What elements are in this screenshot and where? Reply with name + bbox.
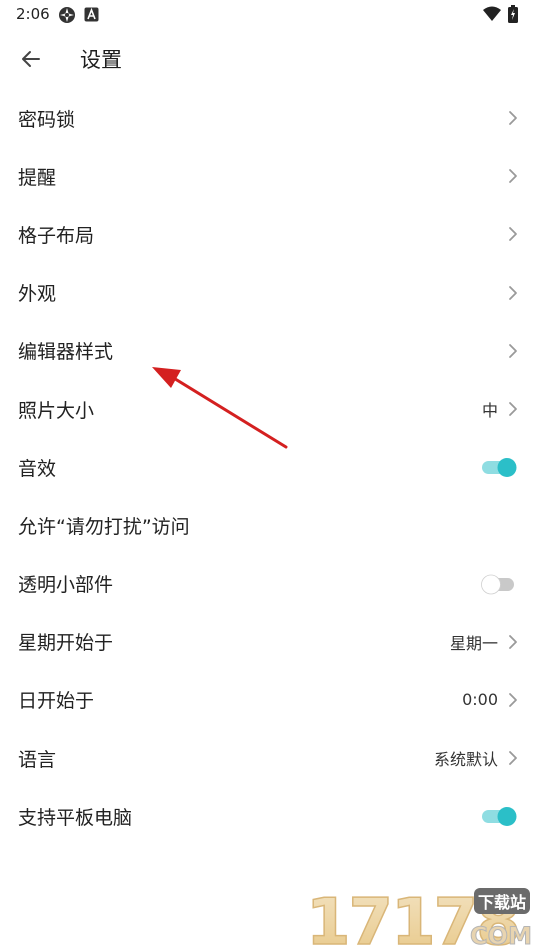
chevron-right-icon [509,169,517,184]
a-notification-icon [84,7,99,22]
setting-label: 语言 [18,748,57,771]
arrow-left-icon [22,51,40,67]
setting-value: 中 [481,401,498,421]
setting-label: 透明小部件 [18,574,114,597]
setting-label: 音效 [18,457,57,480]
setting-row-week-start[interactable]: 星期开始于 星期一 [0,613,534,671]
settings-wheel-icon [59,7,75,23]
setting-value: 系统默认 [433,750,498,770]
setting-label: 支持平板电脑 [18,806,133,829]
setting-row-password-lock[interactable]: 密码锁 [0,89,534,147]
chevron-right-icon [509,751,517,766]
setting-row-reminder[interactable]: 提醒 [0,147,534,205]
back-button[interactable] [14,42,48,76]
setting-label: 编辑器样式 [18,341,114,364]
setting-label: 日开始于 [18,690,95,713]
setting-label: 允许“请勿打扰”访问 [18,515,190,538]
status-time: 2:06 [16,5,50,23]
toggle-switch[interactable] [480,455,518,479]
setting-label: 密码锁 [18,108,76,131]
chevron-right-icon [509,402,517,416]
chevron-right-icon [509,634,517,649]
chevron-right-icon [509,227,517,242]
chevron-right-icon [509,111,517,125]
setting-row-language[interactable]: 语言 系统默认 [0,729,534,787]
setting-row-appearance[interactable]: 外观 [0,264,534,322]
setting-row-day-start[interactable]: 日开始于 0:00 [0,671,534,729]
toggle-switch[interactable] [480,804,518,828]
setting-value: 星期一 [449,633,498,653]
watermark-badge: 下载站 [478,893,526,912]
watermark-logo: 17178 下载站 COM [306,885,532,950]
setting-row-allow-dnd-access[interactable]: 允许“请勿打扰”访问 [0,496,534,554]
setting-row-photo-size[interactable]: 照片大小 中 [0,380,534,438]
page-title: 设置 [80,48,122,72]
chevron-right-icon [509,693,517,707]
setting-row-editor-style[interactable]: 编辑器样式 [0,322,534,380]
setting-row-grid-layout[interactable]: 格子布局 [0,205,534,263]
wifi-icon [483,6,501,21]
app-bar: 设置 [0,30,534,86]
toggle-switch[interactable] [480,572,518,596]
setting-row-transparent-widget[interactable]: 透明小部件 [0,555,534,613]
setting-value: 0:00 [462,690,498,710]
setting-label: 照片大小 [18,399,95,422]
battery-icon [508,5,518,23]
setting-label: 提醒 [18,166,57,189]
setting-row-sound-effects[interactable]: 音效 [0,438,534,496]
setting-label: 外观 [18,283,57,306]
setting-row-tablet-support[interactable]: 支持平板电脑 [0,787,534,845]
chevron-right-icon [509,343,517,358]
settings-list: 密码锁提醒格子布局外观编辑器样式照片大小 中音效允许“请勿打扰”访问 透明小部件星期… [0,89,534,845]
setting-label: 格子布局 [18,224,95,247]
setting-label: 星期开始于 [18,632,114,655]
chevron-right-icon [509,285,517,300]
status-bar: 2:06 [0,0,534,28]
watermark-domain: COM [470,922,532,950]
